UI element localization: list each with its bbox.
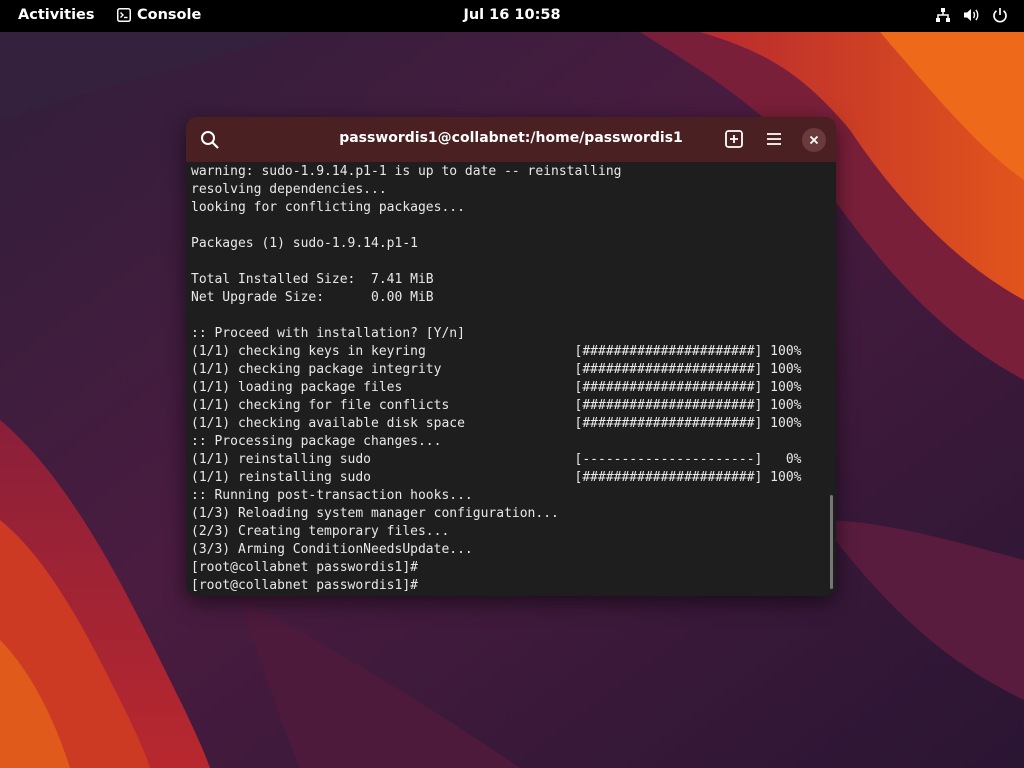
desktop: Activities Console Jul 16 10:58 password… [0, 0, 1024, 768]
terminal-line: (1/1) loading package files [###########… [191, 380, 802, 395]
hamburger-menu-icon[interactable] [764, 129, 784, 149]
terminal-line: (1/1) reinstalling sudo [---------------… [191, 452, 802, 467]
header-bar: passwordis1@collabnet:/home/passwordis1 [186, 117, 836, 162]
terminal-line: (2/3) Creating temporary files... [191, 524, 450, 539]
terminal-line: :: Proceed with installation? [Y/n] [191, 326, 465, 341]
volume-icon [964, 9, 979, 21]
terminal-line: (1/1) checking available disk space [###… [191, 416, 802, 431]
terminal-line: looking for conflicting packages... [191, 200, 465, 215]
terminal-line: (1/3) Reloading system manager configura… [191, 506, 559, 521]
app-name: Console [137, 7, 202, 23]
terminal-line: warning: sudo-1.9.14.p1-1 is up to date … [191, 164, 622, 179]
terminal-line: :: Running post-transaction hooks... [191, 488, 473, 503]
terminal-line: (1/1) checking keys in keyring [########… [191, 344, 802, 359]
activities-button[interactable]: Activities [18, 7, 95, 23]
power-icon [993, 8, 1007, 23]
app-menu-button[interactable]: Console [117, 7, 201, 23]
terminal-line: (3/3) Arming ConditionNeedsUpdate... [191, 542, 473, 557]
network-icon [936, 8, 950, 22]
terminal-icon [117, 8, 131, 22]
terminal-line: (1/1) checking package integrity [######… [191, 362, 802, 377]
terminal-line: Total Installed Size: 7.41 MiB [191, 272, 434, 287]
system-tray[interactable] [935, 7, 1008, 23]
terminal-scrollbar[interactable] [830, 495, 833, 589]
close-icon [809, 135, 819, 145]
top-bar: Activities Console Jul 16 10:58 [0, 0, 1024, 32]
terminal-line: Packages (1) sudo-1.9.14.p1-1 [191, 236, 418, 251]
terminal-prompt: [root@collabnet passwordis1]# [191, 578, 418, 593]
terminal-output[interactable]: warning: sudo-1.9.14.p1-1 is up to date … [191, 163, 827, 593]
terminal-prompt: [root@collabnet passwordis1]# [191, 560, 418, 575]
terminal-line: resolving dependencies... [191, 182, 387, 197]
close-button[interactable] [802, 128, 826, 152]
new-tab-icon[interactable] [724, 129, 744, 149]
terminal-line: Net Upgrade Size: 0.00 MiB [191, 290, 434, 305]
terminal-line: (1/1) checking for file conflicts [#####… [191, 398, 802, 413]
clock-button[interactable]: Jul 16 10:58 [463, 7, 560, 23]
terminal-line: :: Processing package changes... [191, 434, 442, 449]
terminal-line: (1/1) reinstalling sudo [###############… [191, 470, 802, 485]
terminal-window: passwordis1@collabnet:/home/passwordis1 … [186, 117, 836, 596]
